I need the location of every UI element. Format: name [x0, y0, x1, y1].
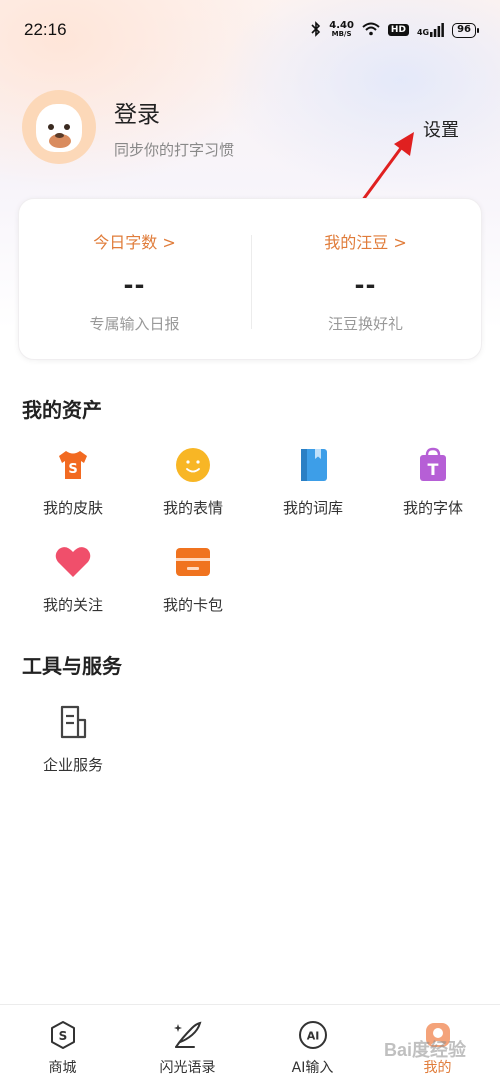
- login-title[interactable]: 登录: [114, 95, 234, 129]
- quill-icon: [172, 1019, 204, 1051]
- tab-label-ai-input: AI输入: [291, 1060, 334, 1076]
- asset-item-follow[interactable]: 我的关注: [23, 542, 123, 615]
- asset-label-emoji: 我的表情: [162, 499, 223, 517]
- ai-icon: AI: [297, 1019, 329, 1051]
- tab-label-shop: 商城: [48, 1060, 77, 1076]
- asset-label-font: 我的字体: [402, 499, 463, 517]
- status-bar: 22:16 4.40 MB/S HD 4G 96: [0, 0, 500, 60]
- avatar-eye-right: [64, 124, 70, 130]
- status-icons: 4.40 MB/S HD 4G 96: [311, 20, 479, 40]
- asset-item-emoji[interactable]: 我的表情: [143, 445, 243, 518]
- asset-label-cards: 我的卡包: [162, 596, 223, 614]
- svg-text:S: S: [58, 1029, 67, 1043]
- asset-item-lexicon[interactable]: 我的词库: [263, 445, 363, 518]
- asset-label-follow: 我的关注: [42, 596, 103, 614]
- asset-label-lexicon: 我的词库: [282, 499, 343, 517]
- stat-daily-words-label[interactable]: 今日字数 >: [93, 229, 176, 253]
- stat-daily-words-desc: 专属输入日报: [89, 315, 180, 333]
- tools-section-title: 工具与服务: [22, 654, 122, 678]
- smiley-icon: [173, 445, 213, 485]
- network-speed: 4.40 MB/S: [329, 21, 354, 39]
- settings-link[interactable]: 设置: [423, 116, 459, 142]
- asset-item-font[interactable]: T 我的字体: [383, 445, 483, 518]
- profile-header[interactable]: 登录 同步你的打字习惯: [22, 90, 234, 164]
- shirt-icon: S: [53, 445, 93, 485]
- book-icon: [293, 445, 333, 485]
- asset-item-skin[interactable]: S 我的皮肤: [23, 445, 123, 518]
- stat-wangdou-label[interactable]: 我的汪豆 >: [324, 229, 407, 253]
- stat-wangdou[interactable]: 我的汪豆 > -- 汪豆换好礼: [250, 199, 481, 359]
- bluetooth-icon: [311, 20, 321, 40]
- card-wallet-icon: [173, 542, 213, 582]
- tab-label-quotes: 闪光语录: [159, 1060, 216, 1076]
- signal-label: 4G: [416, 28, 430, 37]
- network-speed-unit: MB/S: [331, 30, 352, 38]
- stat-daily-words-value: --: [123, 271, 146, 299]
- tab-ai-input[interactable]: AI AI输入: [250, 1005, 375, 1084]
- battery-indicator: 96: [452, 22, 479, 38]
- svg-text:S: S: [68, 462, 77, 477]
- avatar-eye-left: [48, 124, 54, 130]
- asset-item-cards[interactable]: 我的卡包: [143, 542, 243, 615]
- tool-item-enterprise[interactable]: 企业服务: [23, 702, 123, 775]
- profile-text: 登录 同步你的打字习惯: [114, 95, 234, 160]
- asset-label-skin: 我的皮肤: [42, 499, 103, 517]
- document-icon: [53, 702, 93, 742]
- stat-divider: [251, 235, 252, 329]
- svg-text:T: T: [428, 460, 439, 479]
- tab-shop[interactable]: S 商城: [0, 1005, 125, 1084]
- login-subtitle: 同步你的打字习惯: [114, 140, 235, 159]
- stats-card: 今日字数 > -- 专属输入日报 我的汪豆 > -- 汪豆换好礼: [18, 198, 482, 360]
- status-time: 22:16: [24, 20, 67, 39]
- heart-icon: [53, 542, 93, 582]
- svg-text:AI: AI: [306, 1030, 319, 1043]
- signal-icon: 4G: [417, 23, 444, 37]
- network-speed-value: 4.40: [329, 20, 354, 31]
- shop-icon: S: [47, 1019, 79, 1051]
- hd-badge: HD: [387, 24, 409, 36]
- tab-quotes[interactable]: 闪光语录: [125, 1005, 250, 1084]
- font-bag-icon: T: [413, 445, 453, 485]
- stat-wangdou-value: --: [354, 271, 377, 299]
- assets-section-title: 我的资产: [22, 398, 102, 422]
- watermark: Bai度经验: [384, 1040, 467, 1060]
- avatar[interactable]: [22, 90, 96, 164]
- stat-daily-words[interactable]: 今日字数 > -- 专属输入日报: [19, 199, 250, 359]
- wifi-icon: [362, 22, 380, 39]
- tool-label-enterprise: 企业服务: [42, 756, 103, 774]
- avatar-nose: [55, 133, 64, 138]
- stat-wangdou-desc: 汪豆换好礼: [327, 315, 403, 333]
